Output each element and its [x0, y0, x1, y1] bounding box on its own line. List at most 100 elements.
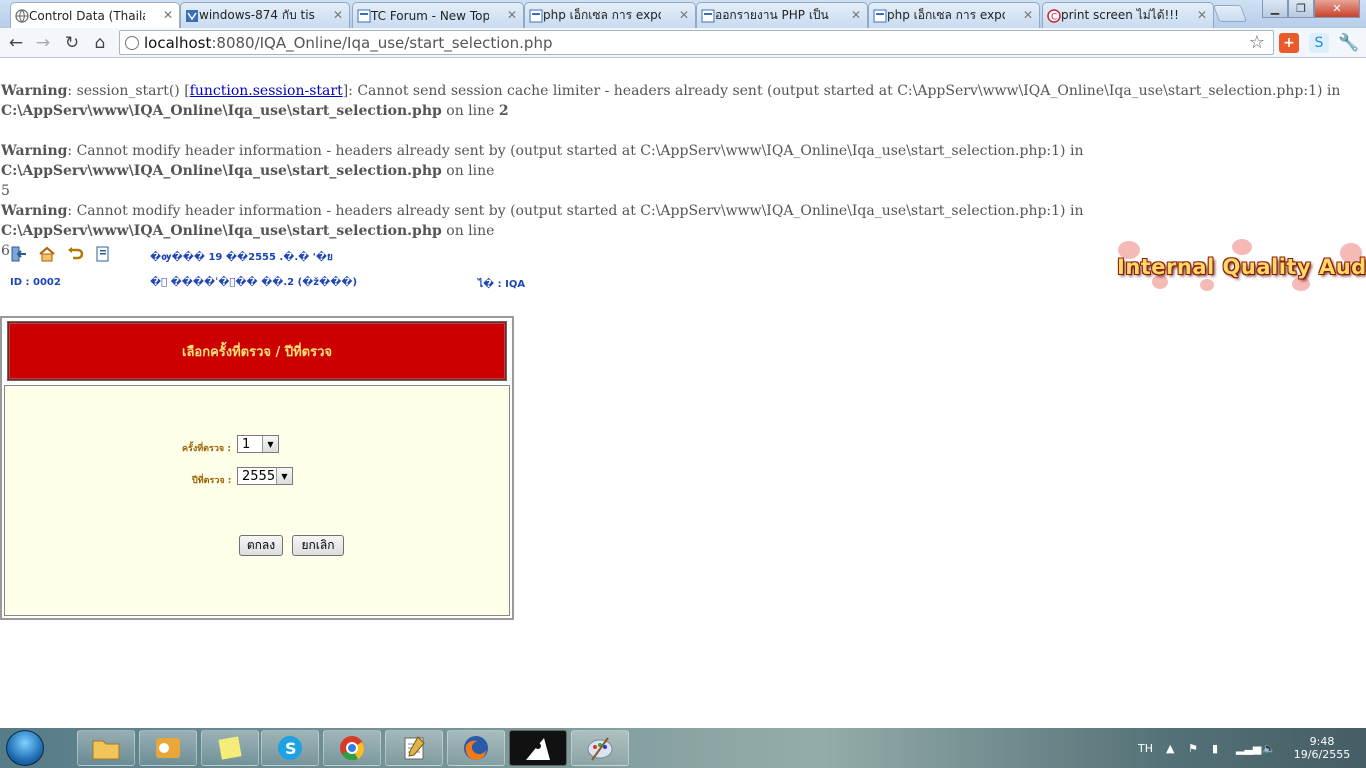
tab-control-data[interactable]: Control Data (Thailand) ✕ — [10, 2, 180, 29]
ok-button[interactable]: ตกลง — [239, 535, 283, 556]
tab-php-excel-1[interactable]: php เอ็กเซล การ export f ✕ — [524, 2, 696, 28]
round-select[interactable]: 1 ▼ — [237, 435, 279, 453]
taskbar-explorer[interactable] — [77, 730, 135, 766]
warning-file: C:\AppServ\www\IQA_Online\Iqa_use\start_… — [1, 163, 442, 179]
taskbar-paint[interactable] — [571, 730, 629, 766]
addthis-extension-icon[interactable]: + — [1279, 33, 1299, 53]
volume-icon[interactable]: 🔈 — [1262, 728, 1276, 768]
warning-label: Warning — [1, 83, 68, 99]
chevron-down-icon[interactable]: ▼ — [262, 436, 278, 452]
year-label: ปีที่ตรวจ : — [192, 476, 232, 486]
close-tab-icon[interactable]: ✕ — [507, 8, 517, 22]
user-role-text: ไ� : IQA — [478, 279, 526, 290]
user-id-text: ID : 0002 — [10, 277, 61, 288]
warning-file: C:\AppServ\www\IQA_Online\Iqa_use\start_… — [1, 103, 442, 119]
network-icon[interactable]: ▂▃▅ — [1236, 728, 1261, 768]
restore-button[interactable]: ❐ — [1288, 0, 1314, 18]
close-tab-icon[interactable]: ✕ — [1197, 8, 1207, 22]
outlook-icon — [156, 738, 180, 758]
taskbar-chrome[interactable] — [323, 730, 381, 766]
taskbar-notepad[interactable] — [385, 730, 443, 766]
page-icon — [357, 9, 371, 23]
tab-title: Control Data (Thailand) — [29, 9, 145, 23]
tab-report-php[interactable]: ออกรายงาน PHP เป็น EX ✕ — [696, 2, 868, 28]
warning-text: on line — [441, 223, 495, 239]
chevron-down-icon[interactable]: ▼ — [276, 468, 292, 484]
address-bar[interactable]: localhost:8080/IQA_Online/Iqa_use/start_… — [119, 30, 1274, 55]
warning-line: 2 — [498, 103, 509, 119]
back-page-icon[interactable] — [65, 244, 85, 264]
warning-message: Warning: session_start() [function.sessi… — [1, 81, 1363, 121]
page-icon — [701, 9, 715, 23]
close-tab-icon[interactable]: ✕ — [333, 8, 343, 22]
close-tab-icon[interactable]: ✕ — [851, 8, 861, 22]
firefox-icon — [464, 736, 488, 760]
bookmark-star-icon[interactable]: ☆ — [1249, 32, 1265, 53]
warning-text: ]: Cannot send session cache limiter - h… — [342, 83, 1341, 99]
skype-extension-icon[interactable]: S — [1309, 33, 1329, 53]
power-icon[interactable]: ▮ — [1212, 728, 1218, 768]
close-tab-icon[interactable]: ✕ — [679, 8, 689, 22]
year-value: 2555 — [242, 468, 276, 484]
logout-icon[interactable] — [9, 244, 29, 264]
new-tab-button[interactable] — [1212, 5, 1248, 22]
tab-tc-forum[interactable]: TC Forum - New Topic ✕ — [352, 2, 524, 28]
taskbar-outlook[interactable] — [139, 730, 197, 766]
wrench-menu-icon[interactable]: 🔧 — [1338, 33, 1359, 53]
warning-text: : Cannot modify header information - hea… — [67, 143, 1084, 159]
taskbar-app-dark[interactable] — [509, 730, 567, 766]
warning-text: : Cannot modify header information - hea… — [67, 203, 1084, 219]
sticky-note-icon — [218, 736, 242, 760]
back-icon[interactable]: ← — [4, 31, 28, 55]
home-icon[interactable]: ⌂ — [88, 31, 112, 55]
home-page-icon[interactable] — [37, 244, 57, 264]
page-icon — [529, 9, 543, 23]
close-tab-icon[interactable]: ✕ — [163, 8, 173, 22]
svg-text:C: C — [1051, 13, 1057, 23]
taskbar-sticky-notes[interactable] — [201, 730, 259, 766]
taskbar-skype[interactable]: S — [261, 730, 319, 766]
warning-text: : session_start() [ — [67, 83, 190, 99]
reload-icon[interactable]: ↻ — [60, 31, 84, 55]
iqa-banner-logo: Internal Quality Auditor — [1112, 239, 1366, 299]
taskbar-firefox[interactable] — [447, 730, 505, 766]
warning-message: Warning: Cannot modify header informatio… — [1, 141, 1363, 201]
skype-icon: S — [278, 736, 302, 760]
round-value: 1 — [242, 436, 251, 452]
function-session-start-link[interactable]: function.session-start — [190, 83, 343, 99]
close-tab-icon[interactable]: ✕ — [1023, 8, 1033, 22]
show-hidden-icons[interactable]: ▲ — [1166, 728, 1174, 768]
form-header: เลือกครั้งที่ตรวจ / ปีที่ตรวจ — [7, 321, 507, 381]
windows-taskbar: S TH ▲ ⚑ ▮ ▂▃▅ 🔈 9:48 19/6/2555 — [0, 728, 1366, 768]
tab-windows-874[interactable]: windows-874 กับ tis-620 ✕ — [180, 2, 350, 28]
svg-text:S: S — [285, 739, 297, 758]
site-logo-icon: C — [1047, 9, 1061, 23]
form-body: ครั้งที่ตรวจ : 1 ▼ ปีที่ตรวจ : 2555 ▼ ตก… — [4, 385, 510, 616]
tab-strip: Control Data (Thailand) ✕ windows-874 กั… — [0, 0, 1366, 29]
minimize-button[interactable]: ▁ — [1262, 0, 1288, 18]
warning-text: on line — [441, 163, 495, 179]
page-content: Warning: session_start() [function.sessi… — [0, 59, 1366, 728]
language-indicator[interactable]: TH — [1138, 728, 1153, 768]
year-select[interactable]: 2555 ▼ — [237, 467, 293, 485]
forward-icon[interactable]: → — [31, 31, 55, 55]
tab-print-screen[interactable]: C print screen ไม่ได้!!! ✕ — [1042, 2, 1214, 28]
warning-file: C:\AppServ\www\IQA_Online\Iqa_use\start_… — [1, 223, 442, 239]
tab-php-excel-2[interactable]: php เอ็กเซล การ export f ✕ — [868, 2, 1040, 28]
app-icon — [526, 738, 550, 760]
notepad-icon — [404, 736, 425, 760]
round-label: ครั้งที่ตรวจ : — [182, 444, 231, 454]
document-icon[interactable] — [93, 244, 113, 264]
page-info-icon[interactable] — [125, 36, 139, 50]
globe-icon — [15, 9, 29, 23]
close-window-button[interactable]: ✕ — [1314, 0, 1360, 18]
cancel-button[interactable]: ยกเลิก — [292, 535, 344, 556]
address-host: localhost — [144, 33, 212, 52]
start-button[interactable] — [6, 730, 44, 766]
tab-title: TC Forum - New Topic — [371, 8, 489, 23]
action-center-flag-icon[interactable]: ⚑ — [1188, 728, 1198, 768]
clock[interactable]: 9:48 19/6/2555 — [1284, 728, 1360, 768]
paint-palette-icon — [587, 737, 613, 761]
clock-date: 19/6/2555 — [1293, 748, 1351, 761]
page-icon — [873, 9, 887, 23]
